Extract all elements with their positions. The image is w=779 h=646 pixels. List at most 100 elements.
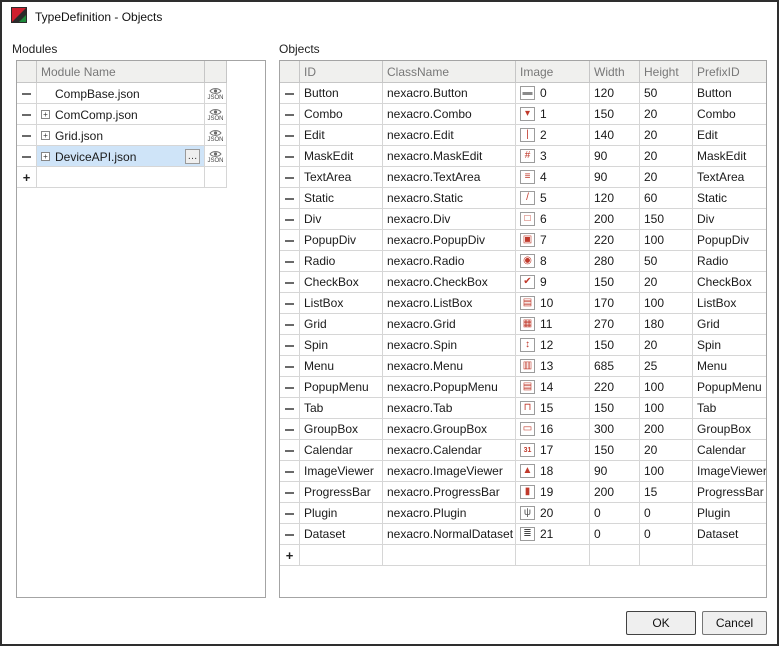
- object-row-handle[interactable]: [280, 377, 300, 398]
- object-width-cell[interactable]: 200: [590, 482, 640, 503]
- object-image-cell[interactable]: ▤14: [516, 377, 590, 398]
- module-row[interactable]: CompBase.jsonJSON: [17, 83, 227, 104]
- object-id-cell[interactable]: Button: [300, 83, 383, 104]
- expand-icon[interactable]: +: [41, 110, 50, 119]
- object-width-cell[interactable]: 120: [590, 188, 640, 209]
- object-row[interactable]: ImageViewernexacro.ImageViewer▲1890100Im…: [280, 461, 768, 482]
- object-row[interactable]: Radionexacro.Radio◉828050Radio: [280, 251, 768, 272]
- object-height-cell[interactable]: 180: [640, 314, 693, 335]
- object-row-handle[interactable]: [280, 83, 300, 104]
- object-prefixid-cell[interactable]: GroupBox: [693, 419, 768, 440]
- object-height-cell[interactable]: 20: [640, 125, 693, 146]
- object-row[interactable]: CheckBoxnexacro.CheckBox✔915020CheckBox: [280, 272, 768, 293]
- object-row-handle[interactable]: [280, 209, 300, 230]
- object-width-cell[interactable]: 140: [590, 125, 640, 146]
- object-id-cell[interactable]: TextArea: [300, 167, 383, 188]
- object-prefixid-cell[interactable]: Grid: [693, 314, 768, 335]
- object-image-cell[interactable]: 3117: [516, 440, 590, 461]
- add-row-handle[interactable]: +: [280, 545, 300, 566]
- object-classname-cell[interactable]: nexacro.Radio: [383, 251, 516, 272]
- module-name-cell[interactable]: +Grid.json: [37, 125, 205, 146]
- object-id-cell[interactable]: Dataset: [300, 524, 383, 545]
- object-image-cell[interactable]: ⊓15: [516, 398, 590, 419]
- object-classname-cell[interactable]: nexacro.Plugin: [383, 503, 516, 524]
- object-classname-cell[interactable]: nexacro.ImageViewer: [383, 461, 516, 482]
- object-image-cell[interactable]: #3: [516, 146, 590, 167]
- object-image-cell[interactable]: ψ20: [516, 503, 590, 524]
- object-height-cell[interactable]: 15: [640, 482, 693, 503]
- object-prefixid-cell[interactable]: Calendar: [693, 440, 768, 461]
- object-id-cell[interactable]: ListBox: [300, 293, 383, 314]
- object-row[interactable]: Gridnexacro.Grid▦11270180Grid: [280, 314, 768, 335]
- object-image-cell[interactable]: ▤10: [516, 293, 590, 314]
- object-classname-cell[interactable]: nexacro.NormalDataset: [383, 524, 516, 545]
- object-classname-cell[interactable]: nexacro.Static: [383, 188, 516, 209]
- object-id-cell[interactable]: Calendar: [300, 440, 383, 461]
- module-row[interactable]: +ComComp.jsonJSON: [17, 104, 227, 125]
- object-height-cell[interactable]: 100: [640, 293, 693, 314]
- object-prefixid-cell[interactable]: Menu: [693, 356, 768, 377]
- object-row-handle[interactable]: [280, 419, 300, 440]
- object-prefixid-cell[interactable]: Combo: [693, 104, 768, 125]
- object-row[interactable]: Buttonnexacro.Button▬012050Button: [280, 83, 768, 104]
- object-prefixid-cell[interactable]: Button: [693, 83, 768, 104]
- object-width-cell[interactable]: 90: [590, 461, 640, 482]
- object-prefixid-cell[interactable]: PopupMenu: [693, 377, 768, 398]
- object-id-cell[interactable]: Radio: [300, 251, 383, 272]
- module-row-handle[interactable]: [17, 125, 37, 146]
- object-row[interactable]: GroupBoxnexacro.GroupBox▭16300200GroupBo…: [280, 419, 768, 440]
- object-width-cell[interactable]: 685: [590, 356, 640, 377]
- object-width-cell[interactable]: 300: [590, 419, 640, 440]
- object-row-handle[interactable]: [280, 272, 300, 293]
- add-row-handle[interactable]: +: [17, 167, 37, 188]
- module-row-handle[interactable]: [17, 104, 37, 125]
- object-image-cell[interactable]: |2: [516, 125, 590, 146]
- object-classname-cell[interactable]: nexacro.ListBox: [383, 293, 516, 314]
- object-classname-cell[interactable]: nexacro.Tab: [383, 398, 516, 419]
- module-name-cell[interactable]: +ComComp.json: [37, 104, 205, 125]
- module-name-cell[interactable]: CompBase.json: [37, 83, 205, 104]
- object-classname-cell[interactable]: nexacro.CheckBox: [383, 272, 516, 293]
- object-id-cell[interactable]: Plugin: [300, 503, 383, 524]
- object-image-cell[interactable]: ▮19: [516, 482, 590, 503]
- object-id-cell[interactable]: GroupBox: [300, 419, 383, 440]
- object-image-cell[interactable]: ↕12: [516, 335, 590, 356]
- expand-icon[interactable]: +: [41, 152, 50, 161]
- object-id-cell[interactable]: PopupDiv: [300, 230, 383, 251]
- object-image-cell[interactable]: ≣21: [516, 524, 590, 545]
- object-width-cell[interactable]: 150: [590, 272, 640, 293]
- object-row[interactable]: Staticnexacro.Static/512060Static: [280, 188, 768, 209]
- object-prefixid-cell[interactable]: Plugin: [693, 503, 768, 524]
- object-prefixid-cell[interactable]: MaskEdit: [693, 146, 768, 167]
- object-width-cell[interactable]: 150: [590, 335, 640, 356]
- object-id-cell[interactable]: MaskEdit: [300, 146, 383, 167]
- object-id-cell[interactable]: Spin: [300, 335, 383, 356]
- object-row[interactable]: MaskEditnexacro.MaskEdit#39020MaskEdit: [280, 146, 768, 167]
- object-width-cell[interactable]: 270: [590, 314, 640, 335]
- object-prefixid-cell[interactable]: PopupDiv: [693, 230, 768, 251]
- object-row-handle[interactable]: [280, 398, 300, 419]
- object-classname-cell[interactable]: nexacro.Spin: [383, 335, 516, 356]
- object-classname-cell[interactable]: nexacro.PopupDiv: [383, 230, 516, 251]
- object-height-cell[interactable]: 100: [640, 461, 693, 482]
- object-classname-cell[interactable]: nexacro.Div: [383, 209, 516, 230]
- module-row-handle[interactable]: [17, 83, 37, 104]
- object-row-handle[interactable]: [280, 524, 300, 545]
- object-id-cell[interactable]: Static: [300, 188, 383, 209]
- object-height-cell[interactable]: 20: [640, 104, 693, 125]
- object-height-cell[interactable]: 0: [640, 524, 693, 545]
- object-row-handle[interactable]: [280, 503, 300, 524]
- object-height-cell[interactable]: 150: [640, 209, 693, 230]
- object-row-handle[interactable]: [280, 461, 300, 482]
- object-image-cell[interactable]: ✔9: [516, 272, 590, 293]
- module-add-row[interactable]: +: [17, 167, 227, 188]
- module-name-cell[interactable]: +DeviceAPI.json…: [37, 146, 205, 167]
- object-id-cell[interactable]: ProgressBar: [300, 482, 383, 503]
- object-row[interactable]: ListBoxnexacro.ListBox▤10170100ListBox: [280, 293, 768, 314]
- object-width-cell[interactable]: 0: [590, 524, 640, 545]
- object-row-handle[interactable]: [280, 440, 300, 461]
- object-id-cell[interactable]: ImageViewer: [300, 461, 383, 482]
- object-height-cell[interactable]: 50: [640, 251, 693, 272]
- object-id-cell[interactable]: CheckBox: [300, 272, 383, 293]
- object-row[interactable]: Pluginnexacro.Pluginψ2000Plugin: [280, 503, 768, 524]
